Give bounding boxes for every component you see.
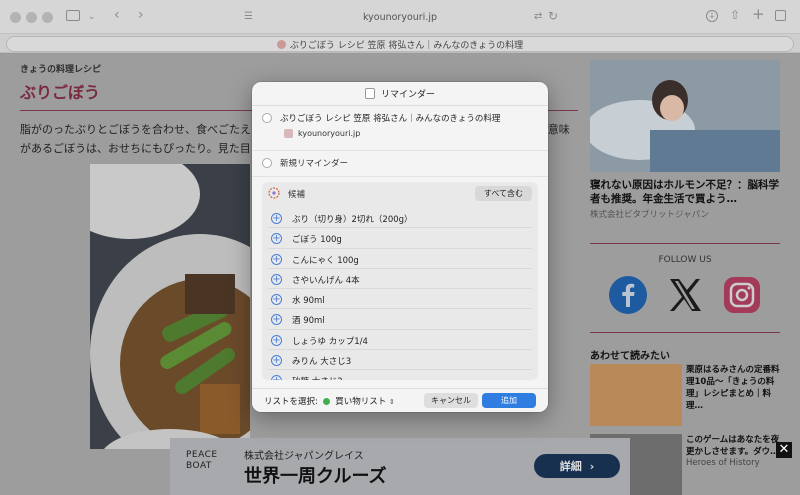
suggestion-text: しょうゆ カップ1/4 <box>292 336 368 347</box>
article-link[interactable]: このゲームはあなたを夜更かしさせます。ダウ… <box>686 434 786 458</box>
new-tab-icon[interactable]: + <box>752 7 765 22</box>
reminder-url[interactable]: kyounoryouri.jp <box>298 129 360 138</box>
sparkle-icon <box>268 187 280 199</box>
chevron-updown-icon: ⇕ <box>389 398 395 406</box>
suggestion-item[interactable]: + 水 90ml <box>268 289 532 310</box>
suggestion-item[interactable]: + しょうゆ カップ1/4 <box>268 330 532 351</box>
suggestion-item[interactable]: + みりん 大さじ3 <box>268 350 532 371</box>
include-all-button[interactable]: すべて含む <box>474 186 532 201</box>
ad-detail-label: 詳細 <box>559 460 582 473</box>
sidebar-ad-image[interactable] <box>590 60 780 172</box>
suggestion-text: ごぼう 100g <box>292 235 342 246</box>
add-circle-icon[interactable]: + <box>271 273 282 285</box>
bottom-ad-banner[interactable]: PEACE BOAT 株式会社ジャパングレイス 世界一周クルーズ 詳細 › <box>170 438 630 495</box>
list-selector-value: 買い物リスト <box>335 397 387 407</box>
suggestion-item[interactable]: + 酒 90ml <box>268 309 532 330</box>
list-selector-label: リストを選択: <box>264 397 318 407</box>
list-selector[interactable]: リストを選択: 買い物リスト ⇕ <box>264 395 395 407</box>
list-color-dot <box>322 398 330 405</box>
address-bar[interactable]: kyounoryouri.jp <box>240 7 560 27</box>
x-icon[interactable] <box>666 276 704 314</box>
new-reminder-field[interactable]: 新規リマインダー <box>280 157 348 169</box>
add-circle-icon[interactable]: + <box>271 314 282 326</box>
site-favicon-icon <box>284 129 293 138</box>
ad-close-button[interactable]: ✕ <box>776 442 792 458</box>
chevron-right-icon: › <box>589 459 595 473</box>
close-window-button[interactable] <box>10 12 21 23</box>
breadcrumb[interactable]: きょうの料理レシピ <box>20 62 580 75</box>
cancel-button[interactable]: キャンセル <box>424 393 478 408</box>
divider <box>252 150 548 151</box>
reminder-title[interactable]: ぶりごぼう レシピ 笠原 将弘さん｜みんなのきょうの料理 <box>280 112 500 124</box>
suggestion-item[interactable]: + さやいんげん 4本 <box>268 269 532 290</box>
tab-title: ぶりごぼう レシピ 笠原 将弘さん｜みんなのきょうの料理 <box>289 40 524 51</box>
suggestion-text: 水 90ml <box>292 296 325 307</box>
minimize-window-button[interactable] <box>26 12 37 23</box>
chevron-down-icon[interactable]: ⌄ <box>88 11 96 23</box>
ad-detail-button[interactable]: 詳細 › <box>534 454 620 478</box>
reminder-checkbox[interactable] <box>262 113 272 123</box>
article-thumbnail[interactable] <box>590 364 682 426</box>
article-source: Heroes of History <box>686 458 760 468</box>
follow-us-heading: FOLLOW US <box>658 255 712 265</box>
suggestion-text: こんにゃく 100g <box>292 255 359 266</box>
instagram-icon[interactable] <box>723 276 761 314</box>
add-button[interactable]: 追加 <box>482 393 536 408</box>
sidebar-divider-2 <box>590 332 780 333</box>
divider <box>252 176 548 177</box>
site-favicon-icon <box>276 39 286 49</box>
add-circle-icon[interactable]: + <box>271 233 282 245</box>
suggestion-text: 砂糖 大さじ2 <box>292 375 343 380</box>
zoom-window-button[interactable] <box>42 12 53 23</box>
suggestions-label: 候補 <box>288 190 306 200</box>
suggestion-item[interactable]: + ぶり（切り身）2切れ（200g） <box>268 208 532 229</box>
add-circle-icon[interactable]: + <box>271 294 282 306</box>
suggestion-item[interactable]: + こんにゃく 100g <box>268 249 532 269</box>
tab-strip: ぶりごぼう レシピ 笠原 将弘さん｜みんなのきょうの料理 <box>0 33 800 53</box>
add-circle-icon[interactable]: + <box>271 253 282 265</box>
add-circle-icon[interactable]: + <box>271 355 282 367</box>
add-circle-icon[interactable]: + <box>271 375 282 380</box>
reminders-list-icon <box>364 88 375 99</box>
sidebar-ad-headline[interactable]: 寝れない原因はホルモン不足？：脳科学者も推奨。年金生活で買よう… <box>590 178 780 206</box>
ad-title: 世界一周クルーズ <box>244 466 387 487</box>
new-reminder-checkbox[interactable] <box>262 158 272 168</box>
suggestion-text: 酒 90ml <box>292 316 325 327</box>
reminders-dialog: リマインダー ぶりごぼう レシピ 笠原 将弘さん｜みんなのきょうの料理 kyou… <box>252 82 548 412</box>
suggestion-text: みりん 大さじ3 <box>292 357 352 368</box>
suggestion-item[interactable]: + 砂糖 大さじ2 <box>268 370 532 380</box>
forward-button[interactable]: › <box>138 8 144 22</box>
sidebar-toggle-icon[interactable] <box>66 10 80 21</box>
read-more-heading: あわせて読みたい <box>590 351 670 362</box>
dialog-title: リマインダー <box>380 90 435 100</box>
add-circle-icon[interactable]: + <box>271 334 282 346</box>
download-icon[interactable]: ↓ <box>706 10 718 22</box>
tab-overview-icon[interactable] <box>775 10 786 21</box>
browser-toolbar: ⌄ ‹ › ☰ kyounoryouri.jp ⇄ ↻ ↓ ⇧ + <box>0 0 800 33</box>
suggestion-list: + ぶり（切り身）2切れ（200g） + ごぼう 100g + こんにゃく 100g + さや… <box>268 208 532 380</box>
ad-logo: PEACE BOAT <box>186 450 218 471</box>
dialog-footer: リストを選択: 買い物リスト ⇕ キャンセル 追加 <box>252 388 548 412</box>
suggestion-text: ぶり（切り身）2切れ（200g） <box>292 215 413 225</box>
active-tab[interactable]: ぶりごぼう レシピ 笠原 将弘さん｜みんなのきょうの料理 <box>6 36 794 52</box>
suggestions-header: 候補 すべて含む <box>262 182 538 204</box>
suggestion-item[interactable]: + ごぼう 100g <box>268 228 532 249</box>
add-circle-icon[interactable]: + <box>271 213 282 224</box>
sidebar-divider <box>590 243 780 244</box>
back-button[interactable]: ‹ <box>114 8 120 22</box>
recipe-photo <box>90 164 250 449</box>
sidebar-ad-sponsor: 株式会社ビタブリットジャパン <box>590 210 710 220</box>
dialog-header: リマインダー <box>252 82 548 106</box>
suggestions-panel: 候補 すべて含む + ぶり（切り身）2切れ（200g） + ごぼう 100g + こんにゃ… <box>262 182 538 380</box>
article-link[interactable]: 栗原はるみさんの定番料理10品〜「きょうの料理」レシピまとめ｜料理… <box>686 364 786 412</box>
facebook-icon[interactable] <box>609 276 647 314</box>
ad-company: 株式会社ジャパングレイス <box>244 451 364 462</box>
suggestion-text: さやいんげん 4本 <box>292 275 360 286</box>
reload-icon[interactable]: ↻ <box>548 10 558 22</box>
url-text: kyounoryouri.jp <box>362 11 438 23</box>
translate-icon[interactable]: ⇄ <box>534 11 542 23</box>
share-icon[interactable]: ⇧ <box>730 9 740 21</box>
